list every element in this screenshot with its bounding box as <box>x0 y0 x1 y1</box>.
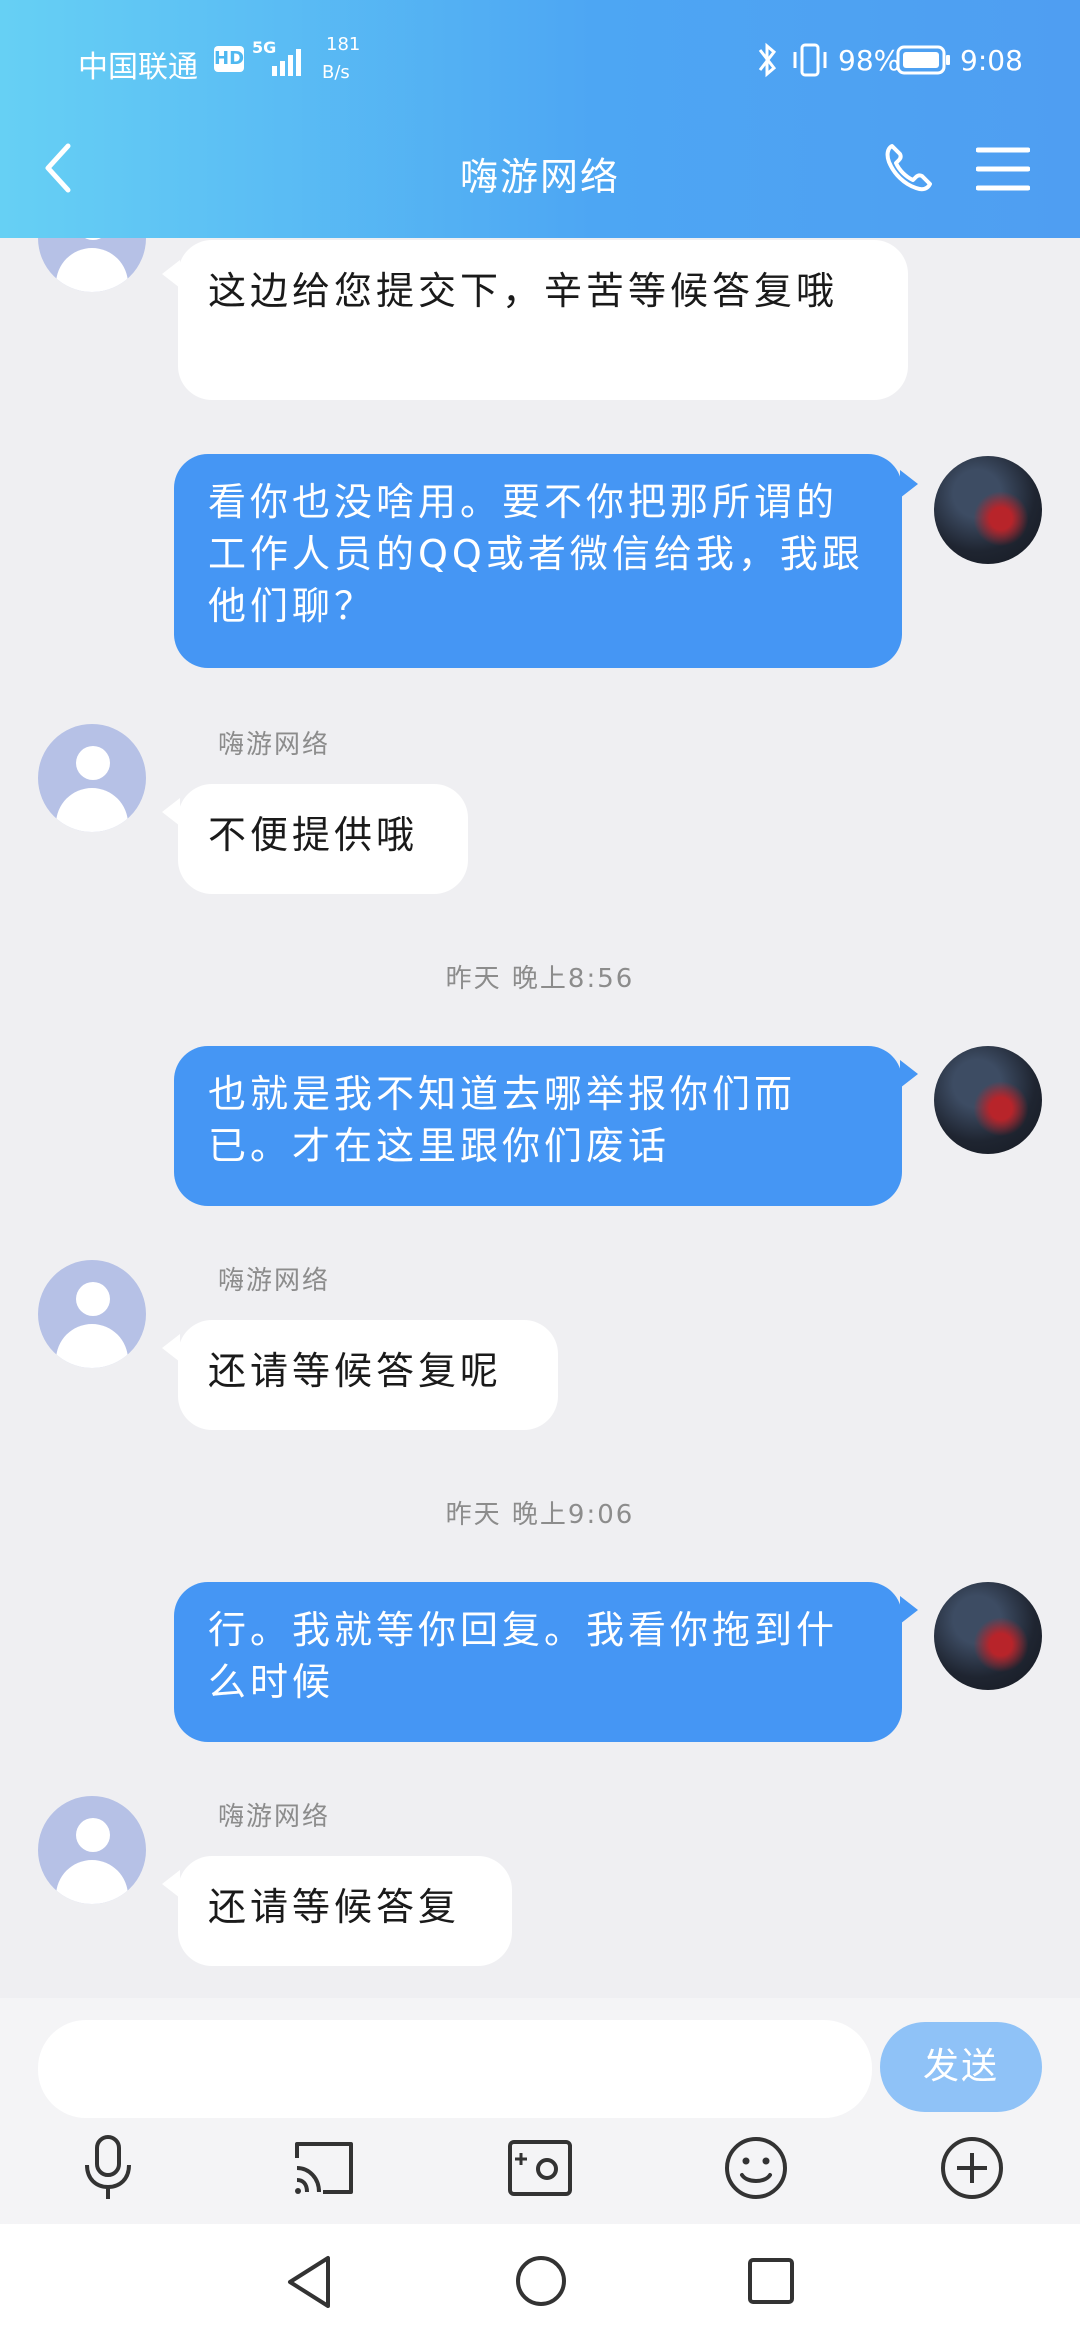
contact-avatar[interactable] <box>38 238 146 292</box>
user-avatar[interactable] <box>934 1582 1042 1690</box>
message-bubble-incoming[interactable]: 不便提供哦 <box>178 784 468 894</box>
user-avatar[interactable] <box>934 1046 1042 1154</box>
message-input[interactable] <box>38 2020 872 2118</box>
message-bubble-outgoing[interactable]: 行。我就等你回复。我看你拖到什么时候 <box>174 1582 902 1742</box>
message-bubble-incoming[interactable]: 还请等候答复呢 <box>178 1320 558 1430</box>
emoji-icon <box>725 2137 787 2199</box>
nav-recents-icon[interactable] <box>746 2256 796 2306</box>
message-bubble-outgoing[interactable]: 看你也没啥用。要不你把那所谓的工作人员的QQ或者微信给我，我跟他们聊？ <box>174 454 902 668</box>
clock: 9:08 <box>960 44 1023 77</box>
carrier-label: 中国联通 <box>78 50 198 85</box>
message-bubble-outgoing[interactable]: 也就是我不知道去哪举报你们而已。才在这里跟你们废话 <box>174 1046 902 1206</box>
screen-cast-icon <box>295 2142 353 2194</box>
phone-icon[interactable] <box>880 140 936 196</box>
bluetooth-icon <box>758 42 777 78</box>
hd-badge: HD <box>214 46 244 72</box>
battery-percent: 98% <box>838 44 901 77</box>
speed-value: 181 <box>326 34 361 55</box>
message-bubble-incoming[interactable]: 这边给您提交下，辛苦等候答复哦 <box>178 240 908 400</box>
chat-area[interactable]: 这边给您提交下，辛苦等候答复哦 看你也没啥用。要不你把那所谓的工作人员的QQ或者… <box>0 238 1080 1998</box>
photo-button[interactable] <box>500 2128 580 2208</box>
photo-icon <box>508 2140 572 2196</box>
sender-name: 嗨游网络 <box>218 1266 331 1296</box>
bubble-tail <box>900 1060 918 1088</box>
nav-back-icon[interactable] <box>284 2254 334 2310</box>
microphone-button[interactable] <box>68 2128 148 2208</box>
sender-name: 嗨游网络 <box>218 730 331 760</box>
signal-icon <box>272 49 301 76</box>
send-button[interactable]: 发送 <box>880 2022 1042 2112</box>
emoji-button[interactable] <box>716 2128 796 2208</box>
contact-avatar[interactable] <box>38 1260 146 1368</box>
sender-name: 嗨游网络 <box>218 1802 331 1832</box>
bubble-tail <box>900 1596 918 1624</box>
menu-icon[interactable] <box>976 146 1030 192</box>
screen-cast-button[interactable] <box>284 2128 364 2208</box>
user-avatar[interactable] <box>934 456 1042 564</box>
timestamp: 昨天 晚上8:56 <box>445 964 635 994</box>
plus-icon <box>941 2137 1003 2199</box>
system-nav-bar <box>0 2224 1080 2340</box>
battery-icon <box>896 45 950 75</box>
microphone-icon <box>85 2135 131 2199</box>
message-bubble-incoming[interactable]: 还请等候答复 <box>178 1856 512 1966</box>
bubble-tail <box>900 470 918 498</box>
more-button[interactable] <box>932 2128 1012 2208</box>
vibrate-icon <box>793 43 827 77</box>
contact-avatar[interactable] <box>38 1796 146 1904</box>
contact-avatar[interactable] <box>38 724 146 832</box>
header-bar: 中国联通 HD 5G 181 B/s 98% 9:08 嗨游网络 <box>0 0 1080 238</box>
speed-unit: B/s <box>322 62 350 83</box>
nav-home-icon[interactable] <box>514 2254 568 2308</box>
timestamp: 昨天 晚上9:06 <box>445 1500 635 1530</box>
